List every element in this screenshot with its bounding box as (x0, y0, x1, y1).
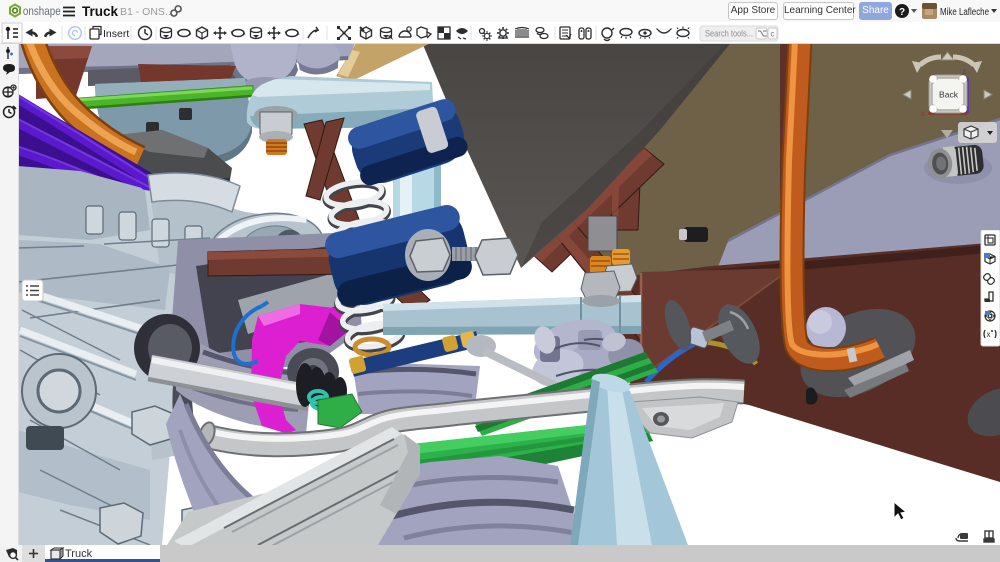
svg-text:Truck: Truck (82, 4, 119, 19)
svg-text:Search tools...: Search tools... (705, 29, 753, 40)
svg-text:Truck: Truck (65, 548, 93, 560)
svg-text:Insert: Insert (103, 28, 129, 40)
svg-text:Back: Back (939, 90, 959, 100)
svg-text:z: z (962, 67, 966, 76)
svg-text:x: x (987, 330, 991, 339)
svg-text:Mike Lafleche: Mike Lafleche (940, 7, 989, 18)
svg-text:?: ? (899, 7, 905, 18)
svg-text:B1 - ONS...: B1 - ONS... (120, 6, 174, 18)
svg-text:x: x (921, 109, 925, 118)
svg-text:c: c (771, 30, 775, 39)
svg-text:onshape: onshape (23, 5, 61, 18)
